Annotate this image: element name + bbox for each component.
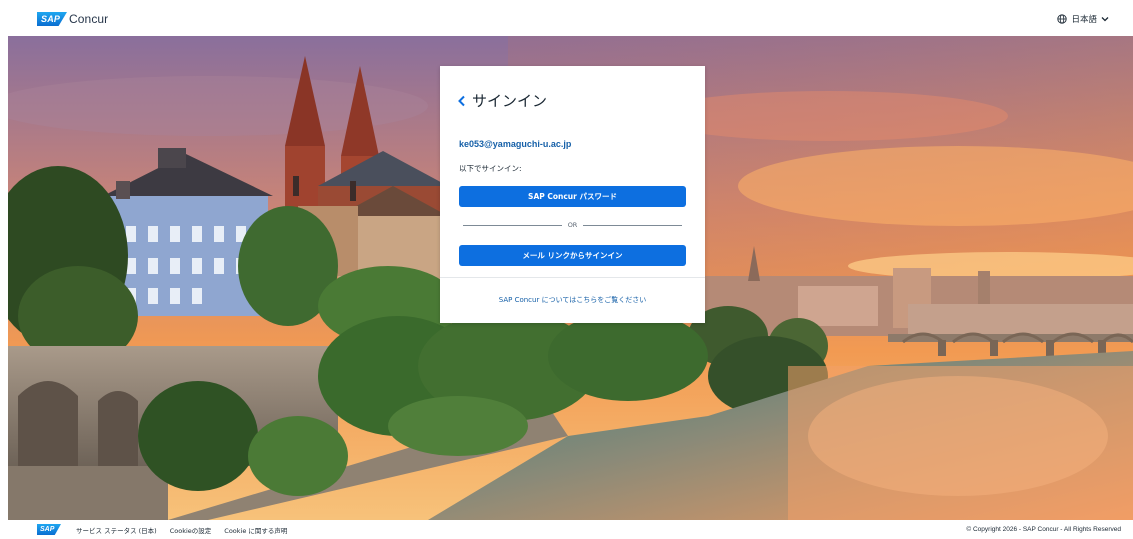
service-status-link[interactable]: サービス ステータス (日本) (76, 525, 157, 535)
card-divider (440, 277, 705, 278)
sap-logo-badge: SAP (37, 12, 67, 26)
cookie-settings-link[interactable]: Cookieの設定 (170, 525, 212, 535)
or-text: OR (567, 221, 578, 229)
footer: SAP サービス ステータス (日本) Cookieの設定 Cookie に関す… (0, 520, 1133, 539)
chevron-left-icon[interactable] (457, 95, 466, 107)
globe-icon (1057, 14, 1068, 24)
top-header: SAP Concur 日本語 (0, 0, 1133, 36)
footer-links: サービス ステータス (日本) Cookieの設定 Cookie に関する声明 (76, 525, 287, 535)
or-divider: OR (463, 221, 683, 229)
signin-subtitle: 以下でサインイン: (459, 164, 522, 173)
signin-header: サインイン (457, 90, 547, 111)
signin-email: ke053@yamaguchi-u.ac.jp (459, 139, 572, 149)
signin-card: サインイン ke053@yamaguchi-u.ac.jp 以下でサインイン: … (440, 66, 705, 323)
about-sap-concur-link[interactable]: SAP Concur についてはこちらをご覧ください (440, 295, 705, 305)
language-selector[interactable]: 日本語 (1057, 13, 1109, 25)
divider-line-right (583, 224, 683, 226)
divider-line-left (463, 224, 562, 226)
signin-title: サインイン (472, 92, 548, 110)
footer-sap-logo-text: SAP (40, 526, 55, 533)
chevron-down-icon (1101, 17, 1109, 22)
cookie-statement-link[interactable]: Cookie に関する声明 (224, 525, 287, 535)
language-label: 日本語 (1071, 15, 1097, 25)
sap-concur-password-button[interactable]: SAP Concur パスワード (459, 186, 686, 207)
copyright-text: © Copyright 2026 - SAP Concur - All Righ… (966, 526, 1121, 533)
sap-logo-text: SAP (41, 14, 61, 24)
brand-name: Concur (69, 12, 109, 26)
email-link-signin-button[interactable]: メール リンクからサインイン (459, 245, 686, 266)
footer-sap-logo[interactable]: SAP (37, 524, 61, 535)
sap-concur-logo[interactable]: SAP Concur (37, 11, 108, 27)
